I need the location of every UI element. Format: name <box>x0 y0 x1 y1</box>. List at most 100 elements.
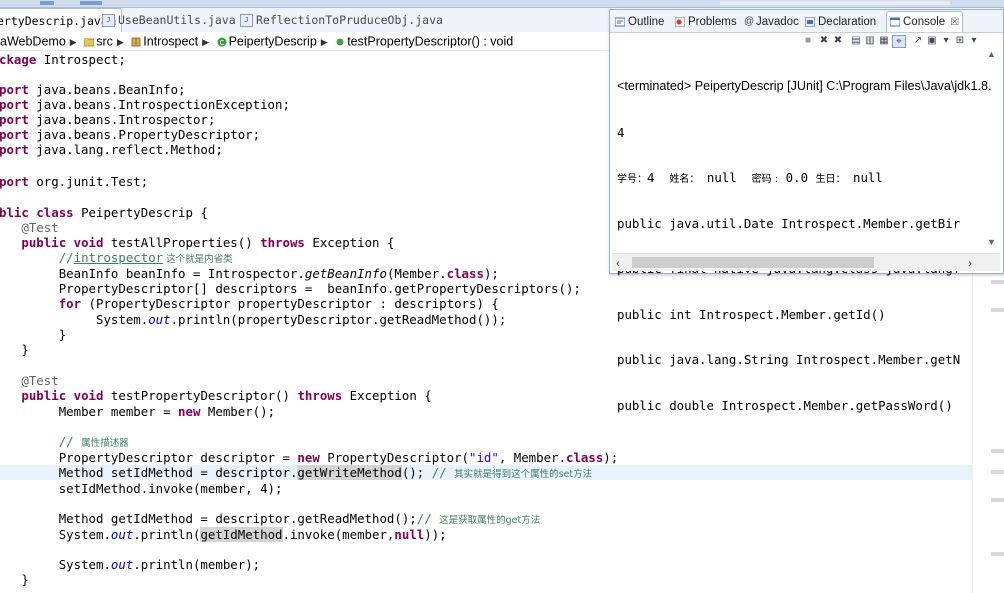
code-line: blic class PeipertyDescrip { <box>0 205 208 220</box>
ruler-marker[interactable] <box>991 449 1004 453</box>
scroll-thumb[interactable] <box>632 257 874 268</box>
console-icon <box>890 17 900 27</box>
close-icon[interactable]: ☒ <box>950 17 959 28</box>
vertical-scrollbar[interactable]: ▲ ▼ <box>985 49 1000 254</box>
source-folder-icon <box>84 37 95 47</box>
scroll-lock-icon[interactable]: ▥ <box>864 35 876 46</box>
code-line: public void testAllProperties() throws E… <box>21 235 395 250</box>
java-file-icon: J <box>102 14 115 27</box>
crumb-class[interactable]: PeipertyDescrip <box>229 35 317 49</box>
crumb-project[interactable]: aWebDemo <box>0 35 66 49</box>
console-line: 4 <box>617 124 625 140</box>
scroll-right-icon[interactable]: › <box>968 256 972 270</box>
console-panel: Outline Problems @ Javadoc Declaration Co… <box>609 9 1004 413</box>
toolbar-glyph <box>40 1 54 5</box>
console-line: public java.util.Date Introspect.Member.… <box>617 215 961 231</box>
console-toolbar: ■ ✖ ✖ ▤ ▥ ▦ ⌖ ↗ ▣ ▾ ⊞ ▾ <box>800 33 1000 49</box>
remove-launch-icon[interactable]: ✖ <box>818 35 830 46</box>
code-line: } <box>21 342 29 357</box>
quick-access[interactable] <box>720 1 950 5</box>
chevron-right-icon: ▶ <box>320 36 328 47</box>
code-line: //introspector 这个就是内省类 <box>58 250 233 265</box>
code-line: public void testPropertyDescriptor() thr… <box>21 388 432 403</box>
code-line: System.out.println(member); <box>58 557 261 572</box>
window-top-strip <box>0 0 1004 8</box>
code-line: @Test <box>21 373 59 388</box>
scroll-down-icon[interactable]: ▼ <box>987 237 996 247</box>
code-line: port java.lang.reflect.Method; <box>0 142 223 157</box>
code-line: // 属性描述器 <box>58 434 129 449</box>
code-line: @Test <box>21 220 59 235</box>
ruler-marker[interactable] <box>991 498 1004 502</box>
method-icon <box>336 38 344 46</box>
ruler-marker[interactable] <box>991 552 1004 556</box>
code-line: } <box>58 327 67 342</box>
panel-tab-bar: Outline Problems @ Javadoc Declaration Co… <box>610 10 1003 33</box>
tab-label: ertyDescrip.java <box>0 14 108 28</box>
class-icon: C <box>217 37 227 47</box>
tab-outline[interactable]: Outline <box>612 12 667 32</box>
code-line: System.out.println(getIdMethod.invoke(me… <box>58 527 447 542</box>
at-icon: @ <box>744 15 755 27</box>
code-line: Method getIdMethod = descriptor.getReadM… <box>58 511 541 526</box>
code-line: PropertyDescriptor descriptor = new Prop… <box>58 450 619 465</box>
code-line: port java.beans.Introspector; <box>0 112 216 127</box>
crumb-folder[interactable]: src <box>96 35 113 49</box>
code-line: setIdMethod.invoke(member, 4); <box>58 481 283 496</box>
scroll-up-icon[interactable]: ▲ <box>987 49 996 59</box>
ruler-marker[interactable] <box>991 470 1004 474</box>
toolbar-glyph <box>80 1 102 5</box>
crumb-method[interactable]: testPropertyDescriptor() : void <box>347 35 513 49</box>
declaration-icon <box>805 16 815 27</box>
new-console-icon[interactable]: ⊞ <box>954 35 966 46</box>
tab-problems[interactable]: Problems <box>672 12 740 32</box>
terminated-line: <terminated> PeipertyDescrip [JUnit] C:\… <box>617 79 992 93</box>
console-line: public java.lang.String Introspect.Membe… <box>617 352 961 367</box>
java-file-icon: J <box>240 14 253 27</box>
code-line: Member member = new Member(); <box>58 404 276 419</box>
code-line: port org.junit.Test; <box>0 174 149 189</box>
chevron-down-icon[interactable]: ▾ <box>968 35 980 46</box>
pin-console-icon[interactable]: ⌖ <box>892 35 906 48</box>
chevron-down-icon[interactable]: ▾ <box>940 35 952 46</box>
word-wrap-icon[interactable]: ▦ <box>878 35 890 46</box>
crumb-package[interactable]: Introspect <box>143 35 198 49</box>
problems-icon <box>675 16 685 27</box>
code-line: } <box>21 572 29 587</box>
code-line: port java.beans.BeanInfo; <box>0 82 186 97</box>
tab-declaration[interactable]: Declaration <box>802 12 879 32</box>
tab-reflection[interactable]: J ReflectionToPruduceObj.java <box>236 8 447 32</box>
show-on-output-icon[interactable]: ↗ <box>912 35 924 46</box>
chevron-right-icon: ▶ <box>116 36 124 47</box>
tab-usebeanutils[interactable]: J UseBeanUtils.java <box>98 8 240 32</box>
remove-all-icon[interactable]: ✖ <box>832 35 844 46</box>
code-line: Method setIdMethod = descriptor.getWrite… <box>58 465 593 480</box>
code-line: BeanInfo beanInfo = Introspector.getBean… <box>58 266 499 281</box>
tab-console[interactable]: Console ☒ <box>886 11 964 32</box>
tab-javadoc[interactable]: @ Javadoc <box>741 12 802 32</box>
outline-icon <box>615 17 625 27</box>
console-line: public int Introspect.Member.getId() <box>617 306 886 322</box>
breadcrumb: aWebDemo ▶ src ▶ Introspect ▶ C PeipertyDesc… <box>0 32 612 51</box>
package-icon <box>131 37 141 47</box>
clear-console-icon[interactable]: ▤ <box>850 35 862 46</box>
scroll-left-icon[interactable]: ‹ <box>616 256 620 270</box>
display-console-icon[interactable]: ▣ <box>926 35 938 46</box>
horizontal-scrollbar[interactable]: ‹ › <box>612 253 1000 271</box>
chevron-right-icon: ▶ <box>202 36 210 47</box>
terminate-icon[interactable]: ■ <box>802 35 814 46</box>
console-line: public double Introspect.Member.getPassW… <box>617 397 953 413</box>
code-line: port java.beans.PropertyDescriptor; <box>0 127 261 142</box>
editor-tab-bar: ertyDescrip.java☒ JUseBeanUtils.java JRe… <box>0 8 612 33</box>
tab-label: ReflectionToPruduceObj.java <box>256 13 443 27</box>
svg-text:C: C <box>219 39 224 47</box>
code-line: System.out.println(propertyDescriptor.ge… <box>95 312 507 327</box>
console-output[interactable]: <terminated> PeipertyDescrip [JUnit] C:\… <box>617 49 1002 443</box>
chevron-right-icon: ▶ <box>69 36 77 47</box>
console-member-line: 学号：4 姓名： null 密码 : 0.0 生日： null <box>617 170 883 185</box>
code-line: port java.beans.IntrospectionException; <box>0 97 290 112</box>
tab-label: UseBeanUtils.java <box>118 13 236 27</box>
code-line: for (PropertyDescriptor propertyDescript… <box>58 296 499 311</box>
code-line: PropertyDescriptor[] descriptors = beanI… <box>58 281 581 296</box>
code-line: ckage Introspect; <box>0 52 126 67</box>
